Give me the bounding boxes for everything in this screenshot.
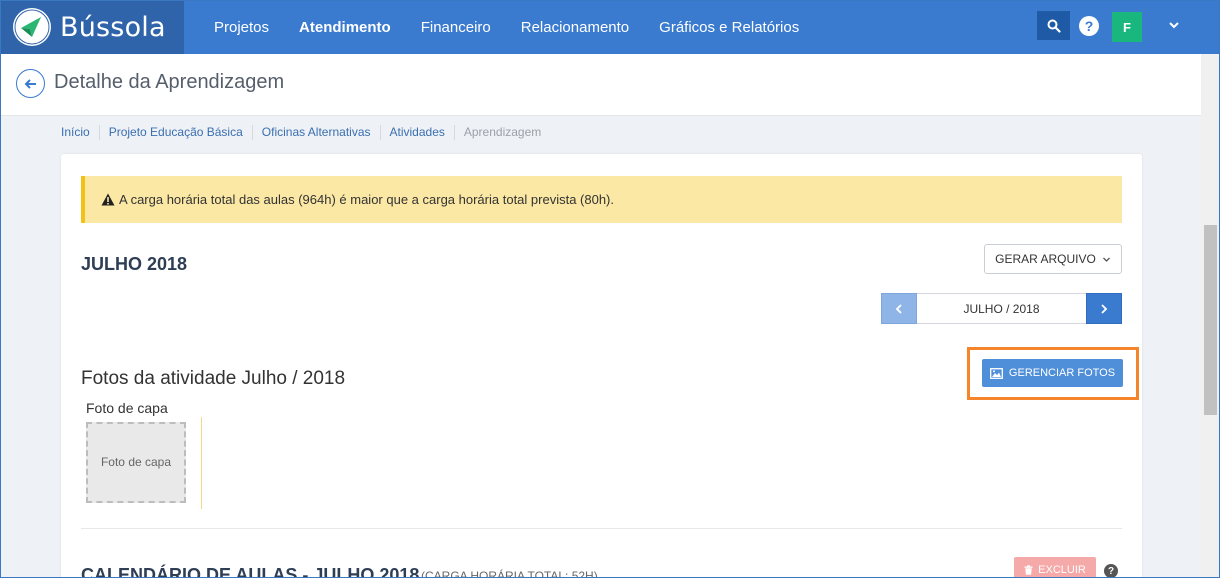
logo-icon <box>13 8 51 46</box>
brand[interactable]: Bússola <box>0 0 184 54</box>
fotos-section-title: Fotos da atividade Julho / 2018 <box>81 368 346 389</box>
gerar-arquivo-button[interactable]: GERAR ARQUIVO <box>984 244 1122 274</box>
chevron-down-icon <box>1102 257 1110 262</box>
breadcrumb-inicio[interactable]: Início <box>61 125 99 140</box>
cover-photo-placeholder[interactable]: Foto de capa <box>86 422 186 503</box>
nav-item-atendimento[interactable]: Atendimento <box>299 19 391 36</box>
main-nav: Projetos Atendimento Financeiro Relacion… <box>199 0 814 54</box>
chevron-right-icon <box>1101 303 1108 314</box>
month-title: JULHO 2018 <box>81 254 188 274</box>
excluir-label: EXCLUIR <box>1038 564 1086 576</box>
next-month-button[interactable] <box>1086 293 1122 324</box>
warning-alert: A carga horária total das aulas (964h) é… <box>81 176 1122 223</box>
question-icon[interactable]: ? <box>1104 564 1118 578</box>
cover-photo-label: Foto de capa <box>86 400 168 416</box>
search-button[interactable] <box>1037 11 1070 40</box>
calendar-title: CALENDÁRIO DE AULAS - JULHO 2018 <box>81 565 420 578</box>
gerenciar-fotos-label: GERENCIAR FOTOS <box>1008 367 1116 379</box>
back-arrow-icon <box>24 78 36 89</box>
nav-item-graficos[interactable]: Gráficos e Relatórios <box>659 19 799 36</box>
page-header: Detalhe da Aprendizagem <box>0 54 1201 116</box>
gerenciar-fotos-button[interactable]: GERENCIAR FOTOS <box>982 359 1123 387</box>
main-card: A carga horária total das aulas (964h) é… <box>61 154 1142 578</box>
breadcrumb-atividades[interactable]: Atividades <box>379 125 454 140</box>
avatar[interactable]: F <box>1112 12 1142 42</box>
breadcrumb-oficinas[interactable]: Oficinas Alternativas <box>251 125 380 140</box>
scrollbar-thumb[interactable] <box>1204 225 1217 415</box>
photo-divider <box>201 417 202 509</box>
brand-name: Bússola <box>60 11 166 43</box>
excluir-button[interactable]: EXCLUIR <box>1014 557 1096 578</box>
month-selector: JULHO / 2018 <box>881 293 1122 324</box>
breadcrumb-aprendizagem: Aprendizagem <box>453 125 550 140</box>
trash-icon <box>1024 565 1033 575</box>
warning-icon <box>101 193 115 206</box>
top-navbar: Bússola Projetos Atendimento Financeiro … <box>0 0 1220 54</box>
nav-item-relacionamento[interactable]: Relacionamento <box>521 19 629 36</box>
gerar-arquivo-label: GERAR ARQUIVO <box>995 252 1096 266</box>
section-divider <box>81 528 1122 529</box>
image-icon <box>989 367 1003 379</box>
nav-item-projetos[interactable]: Projetos <box>214 19 269 36</box>
page-title: Detalhe da Aprendizagem <box>54 71 285 93</box>
help-icon[interactable]: ? <box>1079 16 1099 36</box>
nav-item-financeiro[interactable]: Financeiro <box>421 19 491 36</box>
breadcrumb-projeto[interactable]: Projeto Educação Básica <box>98 125 252 140</box>
back-button[interactable] <box>16 69 45 98</box>
chevron-down-icon[interactable] <box>1167 18 1181 32</box>
previous-month-button[interactable] <box>881 293 917 324</box>
breadcrumb: Início Projeto Educação Básica Oficinas … <box>61 125 550 140</box>
search-icon <box>1047 19 1061 33</box>
alert-text: A carga horária total das aulas (964h) é… <box>119 192 614 207</box>
calendar-subtitle: (CARGA HORÁRIA TOTAL: 52H) <box>421 569 598 578</box>
chevron-left-icon <box>895 303 902 314</box>
month-selector-label: JULHO / 2018 <box>917 293 1086 324</box>
